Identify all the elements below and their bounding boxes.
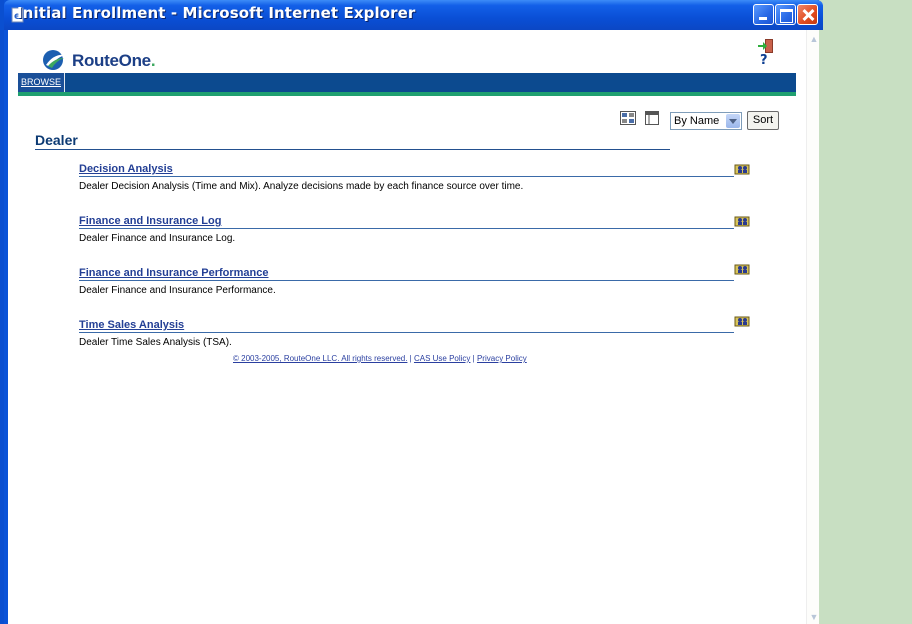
minimize-button[interactable] (753, 4, 774, 25)
section-title: Dealer (35, 132, 78, 148)
report-description: Dealer Time Sales Analysis (TSA). (79, 337, 232, 348)
vertical-scrollbar[interactable]: ▲ ▼ (806, 30, 819, 624)
item-divider (79, 280, 734, 281)
report-people-icon[interactable] (733, 263, 751, 275)
report-description: Dealer Decision Analysis (Time and Mix).… (79, 181, 524, 192)
routeone-logo-icon (43, 50, 66, 70)
report-description: Dealer Finance and Insurance Log. (79, 233, 236, 244)
cas-use-policy-link[interactable]: CAS Use Policy (414, 354, 470, 363)
scroll-down-icon[interactable]: ▼ (808, 611, 820, 623)
browser-window: e Initial Enrollment - Microsoft Interne… (0, 0, 823, 624)
chevron-down-icon[interactable] (726, 114, 740, 128)
title-bar[interactable]: e Initial Enrollment - Microsoft Interne… (4, 0, 823, 30)
item-divider (79, 176, 734, 177)
copyright-link[interactable]: © 2003-2005, RouteOne LLC. All rights re… (233, 354, 407, 363)
item-divider (79, 228, 734, 229)
nav-bar: BROWSE (18, 73, 796, 96)
close-button[interactable] (797, 4, 818, 25)
nav-browse-link[interactable]: BROWSE (18, 73, 66, 92)
report-people-icon[interactable] (733, 163, 751, 175)
report-people-icon[interactable] (733, 215, 751, 227)
item-divider (79, 332, 734, 333)
page-content: RouteOne. ? BROWSE By Name Sort Dealer D… (8, 30, 806, 624)
list-view-icon[interactable] (645, 111, 659, 125)
report-people-icon[interactable] (733, 315, 751, 327)
sort-button[interactable]: Sort (747, 111, 779, 130)
maximize-button[interactable] (775, 4, 796, 25)
exit-door-icon[interactable] (758, 39, 774, 53)
scroll-up-icon[interactable]: ▲ (808, 33, 820, 45)
report-link-decision-analysis[interactable]: Decision Analysis (79, 163, 173, 175)
details-view-icon[interactable] (620, 111, 636, 125)
report-link-time-sales-analysis[interactable]: Time Sales Analysis (79, 319, 184, 331)
help-question-icon[interactable]: ? (760, 54, 768, 68)
window-title: Initial Enrollment - Microsoft Internet … (17, 4, 416, 22)
report-description: Dealer Finance and Insurance Performance… (79, 285, 276, 296)
logo-text: RouteOne. (72, 51, 156, 70)
section-divider (35, 149, 670, 150)
privacy-policy-link[interactable]: Privacy Policy (477, 354, 527, 363)
footer: © 2003-2005, RouteOne LLC. All rights re… (233, 354, 527, 363)
report-link-finance-insurance-performance[interactable]: Finance and Insurance Performance (79, 267, 269, 279)
routeone-logo[interactable]: RouteOne. (42, 48, 182, 72)
sort-by-select[interactable]: By Name (670, 112, 742, 130)
report-link-finance-insurance-log[interactable]: Finance and Insurance Log (79, 215, 221, 227)
